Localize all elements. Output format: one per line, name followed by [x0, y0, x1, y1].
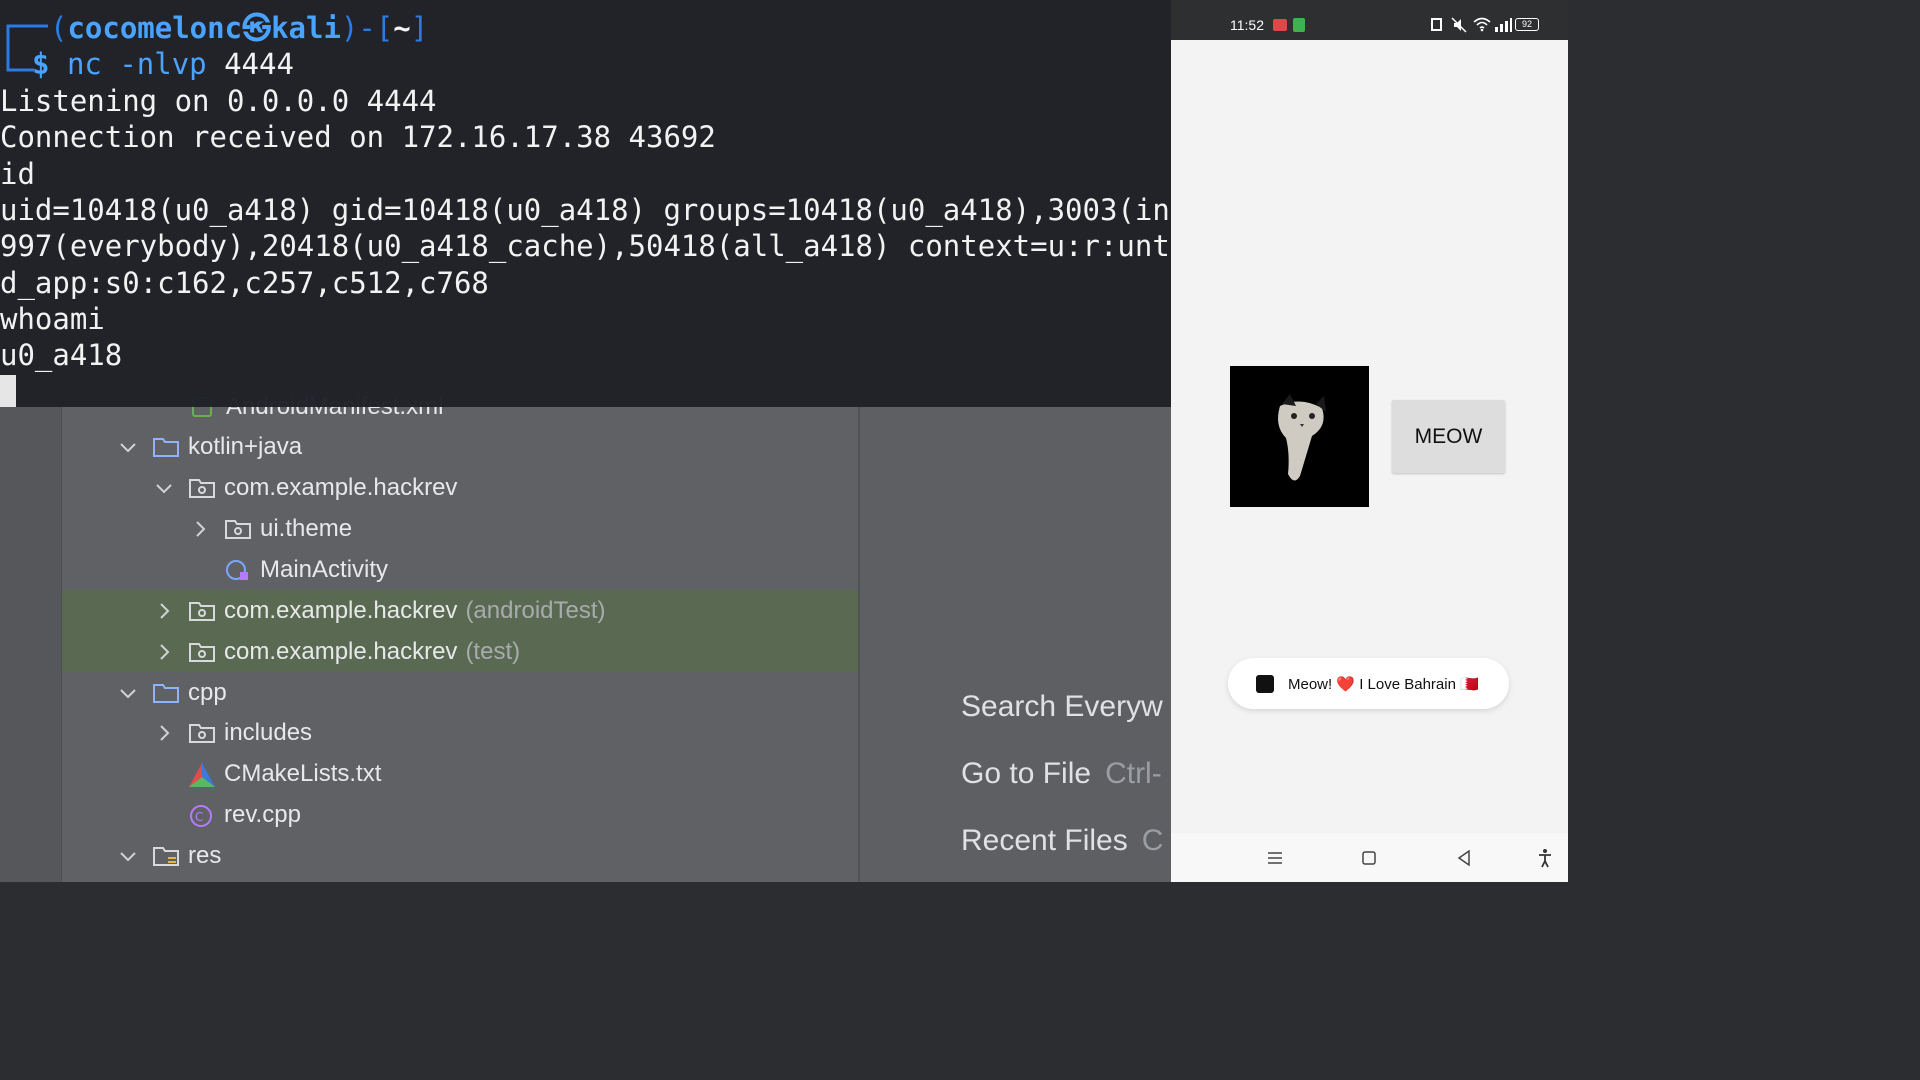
tree-item-package-main[interactable]: com.example.hackrev: [152, 467, 457, 508]
tree-item-label: MainActivity: [260, 555, 389, 583]
tree-item-package-test[interactable]: com.example.hackrev (test): [62, 631, 858, 672]
signal-icon: [1495, 18, 1512, 32]
accessibility-icon[interactable]: [1537, 848, 1553, 868]
meow-button[interactable]: MEOW: [1392, 400, 1505, 473]
tree-item-cmakelists[interactable]: CMakeLists.txt: [188, 753, 381, 794]
quick-action-label: Recent Files: [961, 824, 1128, 857]
cmake-icon: [188, 762, 216, 787]
quick-action-shortcut: Ctrl-: [1105, 757, 1162, 790]
mute-icon: [1451, 17, 1467, 33]
chevron-down-icon[interactable]: [116, 844, 140, 868]
tree-item-label: com.example.hackrev: [224, 473, 458, 501]
app-icon: [1256, 674, 1274, 693]
ide-welcome-panel: [860, 407, 1171, 882]
prompt-dollar: $: [32, 47, 50, 81]
tree-item-rev-cpp[interactable]: C rev.cpp: [188, 794, 301, 835]
home-icon[interactable]: [1362, 851, 1376, 865]
chevron-right-icon[interactable]: [188, 517, 212, 541]
chevron-right-icon[interactable]: [152, 721, 176, 745]
terminal-output-line: Listening on 0.0.0.0 4444: [0, 84, 437, 118]
battery-level: 92: [1521, 19, 1532, 29]
tree-item-label: res: [188, 841, 222, 869]
back-icon[interactable]: [1457, 850, 1471, 866]
prompt-path: ~: [393, 11, 411, 45]
terminal-command-line: $ nc -nlvp 4444: [32, 46, 294, 82]
command-nc: nc -nlvp: [66, 47, 207, 81]
ide-gutter: [0, 407, 62, 882]
package-icon: [188, 640, 216, 664]
terminal-output-line: 997(everybody),20418(u0_a418_cache),5041…: [0, 229, 1170, 263]
menu-icon[interactable]: [1267, 851, 1283, 865]
package-icon: [188, 599, 216, 623]
tree-item-label: CMakeLists.txt: [224, 759, 382, 787]
quick-action-label: Search Everyw: [961, 690, 1163, 723]
tree-item-label: includes: [224, 718, 313, 746]
tree-item-label: rev.cpp: [224, 800, 301, 828]
toast-text: Meow! ❤️ I Love Bahrain 🇧🇭: [1288, 675, 1479, 693]
cat-image: [1230, 366, 1369, 507]
terminal-output-line: Connection received on 172.16.17.38 4369…: [0, 120, 716, 154]
tree-item-kotlin-java[interactable]: kotlin+java: [116, 426, 302, 467]
terminal-output-line: whoami: [0, 302, 105, 336]
tree-item-label: ui.theme: [260, 514, 353, 542]
chevron-down-icon[interactable]: [116, 681, 140, 705]
notification-green-icon: [1293, 18, 1305, 32]
terminal-output-line: u0_a418: [0, 338, 123, 372]
tree-item-label: com.example.hackrev: [224, 596, 458, 624]
terminal-prompt-line: (cocomelonc㉿kali)-[~]: [50, 11, 429, 45]
chevron-down-icon[interactable]: [116, 435, 140, 459]
folder-icon: [152, 681, 180, 705]
tree-item-label: cpp: [188, 678, 227, 706]
terminal-window[interactable]: (cocomelonc㉿kali)-[~] $ nc -nlvp 4444 Li…: [0, 0, 1171, 407]
wifi-icon: [1473, 17, 1491, 32]
terminal-output-line: id: [0, 157, 35, 191]
res-folder-icon: [152, 844, 180, 868]
tree-item-ui-theme[interactable]: ui.theme: [188, 508, 352, 549]
status-bar: 11:52 92: [1171, 0, 1568, 40]
tree-item-suffix: (androidTest): [465, 596, 606, 624]
tree-item-res[interactable]: res: [116, 835, 221, 876]
quick-action-go-to-file[interactable]: Go to File Ctrl-: [961, 757, 1162, 791]
chevron-down-icon[interactable]: [152, 476, 176, 500]
terminal-output-line: d_app:s0:c162,c257,c512,c768: [0, 266, 489, 300]
tree-item-main-activity[interactable]: MainActivity: [224, 549, 388, 590]
kotlin-class-icon: [224, 558, 252, 582]
toast-notification: Meow! ❤️ I Love Bahrain 🇧🇭: [1228, 658, 1509, 709]
terminal-output-line: uid=10418(u0_a418) gid=10418(u0_a418) gr…: [0, 193, 1170, 227]
quick-action-search-everywhere[interactable]: Search Everyw: [961, 690, 1163, 724]
quick-action-label: Go to File: [961, 757, 1092, 790]
chevron-right-icon[interactable]: [152, 640, 176, 664]
svg-text:C: C: [195, 810, 203, 824]
quick-action-shortcut: C: [1141, 824, 1164, 857]
tree-item-package-android-test[interactable]: com.example.hackrev (androidTest): [62, 590, 858, 631]
nfc-icon: [1431, 18, 1442, 31]
status-time: 11:52: [1230, 17, 1264, 33]
package-icon: [188, 721, 216, 745]
navigation-bar: [1171, 833, 1568, 882]
folder-icon: [152, 435, 180, 459]
tree-item-label: kotlin+java: [188, 432, 303, 460]
tree-item-includes[interactable]: includes: [152, 712, 312, 753]
cpp-file-icon: C: [188, 803, 216, 827]
prompt-user-host: cocomelonc㉿kali: [67, 11, 341, 45]
tree-item-cpp[interactable]: cpp: [116, 672, 227, 713]
terminal-cursor: [0, 375, 16, 407]
package-icon: [188, 476, 216, 500]
chevron-right-icon[interactable]: [152, 599, 176, 623]
battery-icon: 92: [1515, 18, 1539, 31]
tree-item-suffix: (test): [465, 637, 521, 665]
package-icon: [224, 517, 252, 541]
command-port: 4444: [224, 47, 294, 81]
tree-item-label: com.example.hackrev: [224, 637, 458, 665]
phone-screen: 11:52 92 MEOW Meow! ❤️ I Love Bahrain 🇧🇭: [1171, 0, 1568, 882]
notification-red-icon: [1273, 19, 1287, 31]
quick-action-recent-files[interactable]: Recent Files C: [961, 824, 1163, 858]
